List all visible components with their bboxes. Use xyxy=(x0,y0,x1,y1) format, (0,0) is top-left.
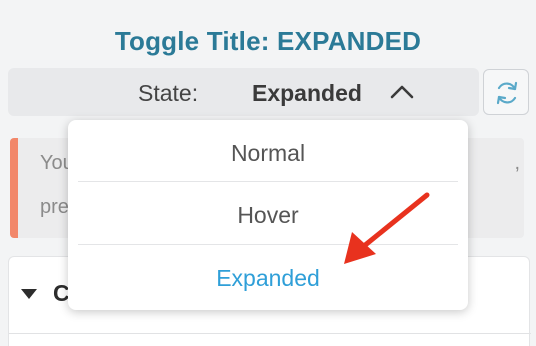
triangle-down-icon[interactable] xyxy=(21,289,37,299)
refresh-button[interactable] xyxy=(483,69,529,115)
notice-line-1-end: , xyxy=(514,152,520,174)
chevron-up-icon[interactable] xyxy=(389,82,415,102)
state-label: State: xyxy=(138,80,199,106)
state-selector[interactable]: State: Expanded xyxy=(8,68,479,116)
dropdown-option-normal[interactable]: Normal xyxy=(78,122,458,184)
divider xyxy=(78,181,458,182)
notice-line-2: pre xyxy=(40,196,69,218)
red-arrow-icon xyxy=(344,192,430,264)
page-title: Toggle Title: EXPANDED xyxy=(114,26,422,56)
state-value[interactable]: Expanded xyxy=(252,80,362,107)
page: Toggle Title: EXPANDED State: Expanded Y… xyxy=(0,0,536,346)
refresh-icon xyxy=(496,81,518,105)
divider xyxy=(9,333,531,334)
